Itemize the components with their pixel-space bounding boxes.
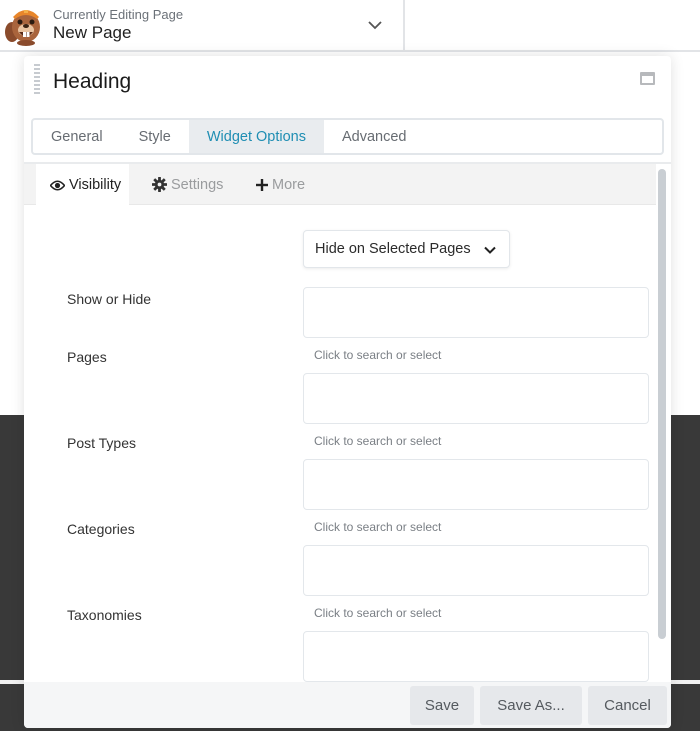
scrollbar[interactable] xyxy=(658,169,666,639)
categories-help: Click to search or select xyxy=(314,520,442,534)
window-maximize-icon[interactable] xyxy=(640,72,655,85)
subtab-visibility-label: Visibility xyxy=(69,177,122,193)
main-tabs: General Style Widget Options Advanced xyxy=(31,118,664,155)
cancel-button[interactable]: Cancel xyxy=(588,686,667,725)
post-types-label: Post Types xyxy=(67,435,137,451)
post-types-input[interactable] xyxy=(303,373,649,424)
eye-icon xyxy=(50,180,65,190)
sub-tabs: Visibility Settings More xyxy=(24,164,656,206)
panel-content: Visibility Settings More Show or Hide Hi… xyxy=(24,162,671,709)
subtab-settings[interactable]: Settings xyxy=(152,164,223,205)
categories-label: Categories xyxy=(67,521,135,537)
panel-header: Heading General Style Widget Options Adv… xyxy=(24,56,671,162)
top-bar: Currently Editing Page New Page xyxy=(0,0,700,52)
chevron-down-icon xyxy=(484,246,496,254)
beaver-mascot-icon xyxy=(5,10,40,46)
pages-input[interactable] xyxy=(303,287,649,338)
show-or-hide-label: Show or Hide xyxy=(67,291,152,307)
page-switcher[interactable]: Currently Editing Page New Page xyxy=(0,0,405,50)
page-name: New Page xyxy=(53,23,132,42)
taxonomies-input[interactable] xyxy=(303,545,649,596)
subtab-more-label: More xyxy=(272,176,306,193)
show-or-hide-select[interactable]: Hide on Selected Pages xyxy=(303,230,510,268)
plus-icon xyxy=(256,178,268,191)
subtab-settings-label: Settings xyxy=(171,176,224,193)
panel-footer: Save Save As... Cancel xyxy=(24,682,671,728)
post-types-help: Click to search or select xyxy=(314,434,442,448)
pages-label: Pages xyxy=(67,349,107,365)
drag-handle-icon[interactable] xyxy=(34,64,40,96)
subtab-more[interactable]: More xyxy=(256,164,305,205)
tab-widget-options[interactable]: Widget Options xyxy=(188,120,324,153)
taxonomies-help: Click to search or select xyxy=(314,606,442,620)
gear-icon xyxy=(152,177,167,192)
save-button[interactable]: Save xyxy=(410,686,474,725)
show-or-hide-value: Hide on Selected Pages xyxy=(315,241,471,257)
chevron-down-icon[interactable] xyxy=(366,16,384,34)
tab-general[interactable]: General xyxy=(33,120,121,153)
editing-label: Currently Editing Page xyxy=(53,7,184,22)
miscellaneous-input[interactable] xyxy=(303,631,649,682)
settings-panel: Heading General Style Widget Options Adv… xyxy=(24,56,671,728)
categories-input[interactable] xyxy=(303,459,649,510)
taxonomies-label: Taxonomies xyxy=(67,607,142,623)
save-as-button[interactable]: Save As... xyxy=(480,686,582,725)
subtab-visibility[interactable]: Visibility xyxy=(36,164,129,206)
tab-advanced[interactable]: Advanced xyxy=(324,120,425,153)
pages-help: Click to search or select xyxy=(314,348,442,362)
panel-title: Heading xyxy=(53,70,132,93)
tab-style[interactable]: Style xyxy=(121,120,189,153)
